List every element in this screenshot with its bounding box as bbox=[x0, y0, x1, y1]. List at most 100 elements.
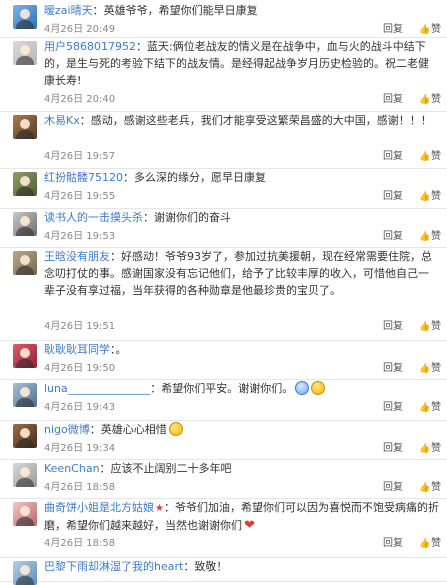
avatar-face bbox=[20, 387, 30, 397]
comment-item: 巴黎下雨却淋湿了我的heart：致敬！ bbox=[0, 558, 447, 585]
comment-item: 红扮骷髅75120：多么深的缘分，愿早日康复 4月26日 19:55 回复 👍赞 bbox=[0, 169, 447, 209]
username-link[interactable]: luna_______________ bbox=[44, 382, 150, 395]
comment-body: 多么深的缘分，愿早日康复 bbox=[134, 171, 266, 184]
like-button[interactable]: 👍赞 bbox=[419, 478, 441, 493]
comment-item: 曲奇饼小姐是北方姑娘★：爷爷们加油，希望你们可以因为喜悦而不饱受病痛的折磨，希望… bbox=[0, 499, 447, 558]
avatar-face bbox=[20, 9, 30, 19]
comment-meta: 4月26日 19:53 回复 👍赞 bbox=[44, 227, 441, 242]
avatar[interactable] bbox=[13, 344, 37, 368]
like-label: 赞 bbox=[431, 191, 441, 202]
reply-button[interactable]: 回复 bbox=[383, 478, 403, 493]
avatar-body bbox=[16, 359, 34, 368]
avatar-face bbox=[20, 467, 30, 477]
like-button[interactable]: 👍赞 bbox=[419, 227, 441, 242]
colon-separator: ： bbox=[89, 423, 101, 436]
like-button[interactable]: 👍赞 bbox=[419, 147, 441, 162]
reply-button[interactable]: 回复 bbox=[383, 147, 403, 162]
username-link[interactable]: 用户5868017952 bbox=[44, 40, 136, 53]
colon-separator: ： bbox=[150, 382, 162, 395]
comment-text: 暧zai晴天：英雄爷爷，希望你们能早日康复 bbox=[44, 2, 439, 19]
avatar[interactable] bbox=[13, 212, 37, 236]
colon-separator: ： bbox=[99, 462, 111, 475]
username-link[interactable]: 耿耿耿耳同学 bbox=[44, 343, 110, 356]
like-label: 赞 bbox=[431, 443, 441, 454]
avatar-body bbox=[16, 439, 34, 448]
comment-item: 王晗没有朋友：好感动！爷爷93岁了，参加过抗美援朝，现在经常需要住院，总念叨打仗… bbox=[0, 248, 447, 341]
thumbs-up-icon: 👍 bbox=[419, 152, 431, 162]
colon-separator: ： bbox=[136, 40, 147, 53]
reply-button[interactable]: 回复 bbox=[383, 398, 403, 413]
avatar[interactable] bbox=[13, 561, 37, 585]
comment-meta: 4月26日 20:49 回复 👍赞 bbox=[44, 20, 441, 35]
like-button[interactable]: 👍赞 bbox=[419, 534, 441, 549]
avatar-face bbox=[20, 176, 30, 186]
comment-text: 木易Kx：感动，感谢这些老兵，我们才能享受这繁荣昌盛的大中国，感谢！！！ bbox=[44, 112, 439, 129]
comment-meta: 4月26日 19:57 回复 👍赞 bbox=[44, 147, 441, 162]
like-label: 赞 bbox=[431, 363, 441, 374]
comment-text: 曲奇饼小姐是北方姑娘★：爷爷们加油，希望你们可以因为喜悦而不饱受病痛的折磨，希望… bbox=[44, 499, 439, 534]
avatar[interactable] bbox=[13, 41, 37, 65]
like-button[interactable]: 👍赞 bbox=[419, 90, 441, 105]
reply-button[interactable]: 回复 bbox=[383, 187, 403, 202]
comment-meta: 4月26日 19:34 回复 👍赞 bbox=[44, 439, 441, 454]
like-button[interactable]: 👍赞 bbox=[419, 398, 441, 413]
colon-separator: ： bbox=[123, 171, 134, 184]
like-button[interactable]: 👍赞 bbox=[419, 317, 441, 332]
avatar-body bbox=[16, 517, 34, 526]
username-link[interactable]: 红扮骷髅75120 bbox=[44, 171, 123, 184]
avatar[interactable] bbox=[13, 172, 37, 196]
thumbs-up-icon: 👍 bbox=[419, 364, 431, 374]
avatar[interactable] bbox=[13, 463, 37, 487]
like-label: 赞 bbox=[431, 402, 441, 413]
username-link[interactable]: 王晗没有朋友 bbox=[44, 250, 110, 263]
avatar[interactable] bbox=[13, 115, 37, 139]
timestamp: 4月26日 19:55 bbox=[44, 191, 116, 202]
avatar[interactable] bbox=[13, 5, 37, 29]
like-button[interactable]: 👍赞 bbox=[419, 187, 441, 202]
username-link[interactable]: 读书人的一击摸头杀 bbox=[44, 211, 143, 224]
avatar-face bbox=[20, 45, 30, 55]
avatar[interactable] bbox=[13, 251, 37, 275]
avatar[interactable] bbox=[13, 424, 37, 448]
username-link[interactable]: 巴黎下雨却淋湿了我的heart bbox=[44, 560, 183, 573]
username-link[interactable]: 曲奇饼小姐是北方姑娘 bbox=[44, 501, 154, 514]
reply-button[interactable]: 回复 bbox=[383, 227, 403, 242]
timestamp: 4月26日 20:49 bbox=[44, 24, 116, 35]
comment-item: nigo微博：英雄心心相惜 4月26日 19:34 回复 👍赞 bbox=[0, 421, 447, 460]
like-label: 赞 bbox=[431, 94, 441, 105]
comment-item: 耿耿耿耳同学：。 4月26日 19:50 回复 👍赞 bbox=[0, 341, 447, 380]
username-link[interactable]: 木易Kx bbox=[44, 114, 80, 127]
comment-item: 木易Kx：感动，感谢这些老兵，我们才能享受这繁荣昌盛的大中国，感谢！！！ 4月26… bbox=[0, 112, 447, 169]
thumbs-up-icon: 👍 bbox=[419, 483, 431, 493]
like-button[interactable]: 👍赞 bbox=[419, 359, 441, 374]
like-label: 赞 bbox=[431, 231, 441, 242]
reply-button[interactable]: 回复 bbox=[383, 317, 403, 332]
avatar-body bbox=[16, 478, 34, 487]
reply-button[interactable]: 回复 bbox=[383, 439, 403, 454]
avatar[interactable] bbox=[13, 502, 37, 526]
thumbs-up-icon: 👍 bbox=[419, 403, 431, 413]
avatar-body bbox=[16, 266, 34, 275]
username-link[interactable]: nigo微博 bbox=[44, 423, 90, 436]
like-button[interactable]: 👍赞 bbox=[419, 439, 441, 454]
reply-button[interactable]: 回复 bbox=[383, 534, 403, 549]
avatar[interactable] bbox=[13, 383, 37, 407]
username-link[interactable]: 暧zai晴天 bbox=[44, 4, 93, 17]
comment-body: 感动，感谢这些老兵，我们才能享受这繁荣昌盛的大中国，感谢！！！ bbox=[90, 114, 432, 127]
comment-meta: 4月26日 20:40 回复 👍赞 bbox=[44, 90, 441, 105]
reply-button[interactable]: 回复 bbox=[383, 90, 403, 105]
avatar-body bbox=[16, 398, 34, 407]
comment-meta: 4月26日 18:58 回复 👍赞 bbox=[44, 534, 441, 549]
thumbs-up-icon: 👍 bbox=[419, 25, 431, 35]
comment-meta: 4月26日 18:58 回复 👍赞 bbox=[44, 478, 441, 493]
colon-separator: ： bbox=[143, 211, 154, 224]
like-button[interactable]: 👍赞 bbox=[419, 20, 441, 35]
colon-separator: ： bbox=[183, 560, 195, 573]
comment-feed: 暧zai晴天：英雄爷爷，希望你们能早日康复 4月26日 20:49 回复 👍赞 用户58… bbox=[0, 0, 447, 585]
username-link[interactable]: KeenChan bbox=[44, 462, 100, 475]
heart-icon: ❤ bbox=[244, 518, 255, 533]
reply-button[interactable]: 回复 bbox=[383, 20, 403, 35]
avatar-face bbox=[20, 216, 30, 226]
reply-button[interactable]: 回复 bbox=[383, 359, 403, 374]
comment-meta: 4月26日 19:50 回复 👍赞 bbox=[44, 359, 441, 374]
